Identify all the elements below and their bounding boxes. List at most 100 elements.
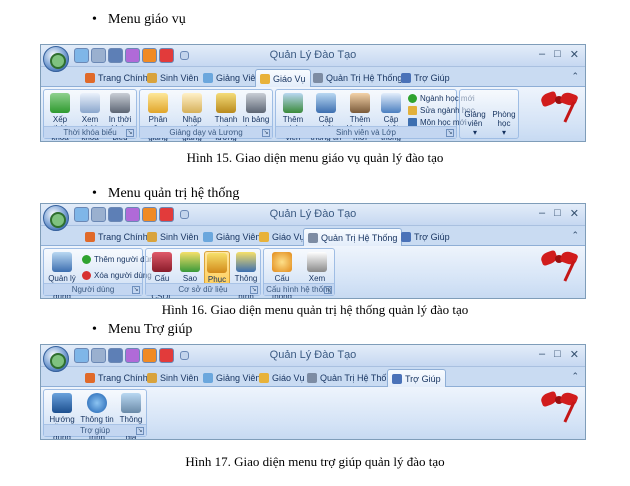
minimize-icon[interactable]: – [539, 48, 545, 61]
home-icon [85, 73, 95, 83]
maximize-icon[interactable]: □ [554, 348, 561, 361]
restore-icon [207, 253, 227, 273]
dialog-launcher-icon[interactable]: ↘ [136, 427, 144, 435]
heading-menu-tro-giup: • Menu Trợ giúp [92, 322, 193, 337]
heading-menu-quan-tri: • Menu quản trị hệ thống [92, 186, 240, 201]
gear-icon [272, 252, 292, 272]
application-orb[interactable] [43, 205, 69, 231]
database-config-icon [152, 252, 172, 272]
view-schedule-icon [80, 93, 100, 113]
tab-trang-chinh[interactable]: Trang Chính [81, 369, 152, 387]
collapse-ribbon-icon[interactable]: ⌃ [571, 371, 579, 382]
tab-quan-tri-he-thong[interactable]: Quản Trị Hệ Thống [303, 228, 403, 247]
group-thoi-khoa-bieu: Xếp thời khóa biểu Xem thời khóa biểu In… [43, 89, 137, 141]
window-controls: – □ ✕ [539, 348, 579, 361]
maximize-icon[interactable]: □ [554, 48, 561, 61]
student-icon [147, 73, 157, 83]
tab-tro-giup[interactable]: Trợ Giúp [387, 369, 446, 388]
dialog-launcher-icon[interactable]: ↘ [262, 129, 270, 137]
application-orb[interactable] [43, 46, 69, 72]
title-bar: Quản Lý Đào Tạo – □ ✕ [41, 204, 585, 226]
log-icon [307, 252, 327, 272]
collapse-ribbon-icon[interactable]: ⌃ [571, 71, 579, 82]
tab-trang-chinh[interactable]: Trang Chính [81, 69, 152, 87]
edit-class-icon [381, 93, 401, 113]
tab-sinh-vien[interactable]: Sinh Viên [143, 69, 202, 87]
group-tro-giup: Hướng dẫn sử dụng Thông tin chương trình… [43, 389, 147, 439]
tab-sinh-vien[interactable]: Sinh Viên [143, 369, 202, 387]
ribbon-panel: Hướng dẫn sử dụng Thông tin chương trình… [41, 387, 585, 439]
caption-figure-17: Hình 17. Giao diện menu trợ giúp quản lý… [185, 454, 445, 469]
edit-icon [408, 106, 417, 115]
tab-giao-vu[interactable]: Giáo Vụ [255, 369, 309, 387]
add-icon [408, 94, 417, 103]
printer-icon [110, 93, 130, 113]
student-icon [147, 232, 157, 242]
dialog-launcher-icon[interactable]: ↘ [446, 129, 454, 137]
window-close-icon[interactable]: ✕ [570, 348, 579, 361]
chevron-down-icon: ▾ [472, 128, 477, 137]
tab-tro-giup[interactable]: Trợ Giúp [397, 69, 454, 87]
tab-giao-vu[interactable]: Giáo Vụ [255, 228, 309, 246]
calendar-add-icon [50, 93, 70, 113]
help-book-icon [52, 393, 72, 413]
tab-quan-tri-he-thong[interactable]: Quản Trị Hệ Thống [303, 369, 400, 387]
tab-trang-chinh[interactable]: Trang Chính [81, 228, 152, 246]
edit-student-icon [316, 93, 336, 113]
help-tab-icon [392, 374, 402, 384]
app-window-quan-tri: Quản Lý Đào Tạo – □ ✕ Trang Chính Sinh V… [40, 203, 586, 299]
app-window-giao-vu: Quản Lý Đào Tạo – □ ✕ Trang Chính Sinh V… [40, 44, 586, 142]
window-controls: – □ ✕ [539, 207, 579, 220]
group-label: Người dùng [44, 283, 142, 295]
title-bar: Quản Lý Đào Tạo – □ ✕ [41, 45, 585, 67]
dialog-launcher-icon[interactable]: ↘ [126, 129, 134, 137]
window-controls: – □ ✕ [539, 48, 579, 61]
chevron-down-icon: ▾ [501, 128, 506, 137]
ribbon-tabs: Trang Chính Sinh Viên Giảng Viên Giáo Vụ… [41, 67, 585, 88]
staff-icon [259, 232, 269, 242]
collapse-ribbon-icon[interactable]: ⌃ [571, 230, 579, 241]
help-tab-icon [401, 232, 411, 242]
home-icon [85, 232, 95, 242]
caption-figure-15: Hình 15. Giao diện menu giáo vụ quản lý … [186, 150, 444, 165]
group-label: Sinh viên và Lớp [276, 126, 456, 138]
window-title: Quản Lý Đào Tạo [269, 208, 357, 220]
student-icon [147, 373, 157, 383]
tab-tro-giup[interactable]: Trợ Giúp [397, 228, 454, 246]
maximize-icon[interactable]: □ [554, 207, 561, 220]
home-icon [85, 373, 95, 383]
group-label: Cơ sở dữ liệu [146, 283, 260, 295]
phong-hoc-dropdown[interactable]: Phòng học ▾ [490, 110, 518, 137]
group-cau-hinh-he-thong: Cấu hình hệ thống Xem nhật ký Cấu hình h… [263, 248, 335, 298]
app-window-tro-giup: Quản Lý Đào Tạo – □ ✕ Trang Chính Sinh V… [40, 344, 586, 440]
group-dropdowns: Giảng viên ▾ Phòng học ▾ [459, 89, 519, 139]
application-orb[interactable] [43, 346, 69, 372]
teacher-icon [203, 232, 213, 242]
window-close-icon[interactable]: ✕ [570, 207, 579, 220]
dialog-launcher-icon[interactable]: ↘ [324, 286, 332, 294]
tools-icon [308, 233, 318, 243]
group-giang-day-va-luong: Phân công giảng dạy Nhập phiếu giảng dạy… [139, 89, 273, 141]
dialog-launcher-icon[interactable]: ↘ [250, 286, 258, 294]
users-icon [52, 252, 72, 272]
window-close-icon[interactable]: ✕ [570, 48, 579, 61]
help-tab-icon [401, 73, 411, 83]
tools-icon [313, 73, 323, 83]
tools-icon [307, 373, 317, 383]
config-info-icon [236, 252, 256, 272]
caption-figure-16: Hình 16. Giao diện menu quản trị hệ thốn… [161, 302, 469, 317]
minimize-icon[interactable]: – [539, 348, 545, 361]
tab-giao-vu[interactable]: Giáo Vụ [255, 69, 311, 88]
heading-menu-giao-vu: • Menu giáo vụ [92, 12, 186, 27]
form-icon [182, 93, 202, 113]
xoa-nguoi-dung-button[interactable]: Xóa người dùng [82, 271, 152, 280]
giang-vien-dropdown[interactable]: Giảng viên ▾ [462, 110, 488, 137]
minimize-icon[interactable]: – [539, 207, 545, 220]
tab-sinh-vien[interactable]: Sinh Viên [143, 228, 202, 246]
window-title: Quản Lý Đào Tạo [269, 349, 357, 361]
tab-quan-tri-he-thong[interactable]: Quản Trị Hệ Thống [309, 69, 406, 87]
author-icon [121, 393, 141, 413]
delete-icon [82, 271, 91, 280]
ribbon-panel: Quản lý người dùng Thêm người dùng Xóa n… [41, 246, 585, 298]
dialog-launcher-icon[interactable]: ↘ [132, 286, 140, 294]
